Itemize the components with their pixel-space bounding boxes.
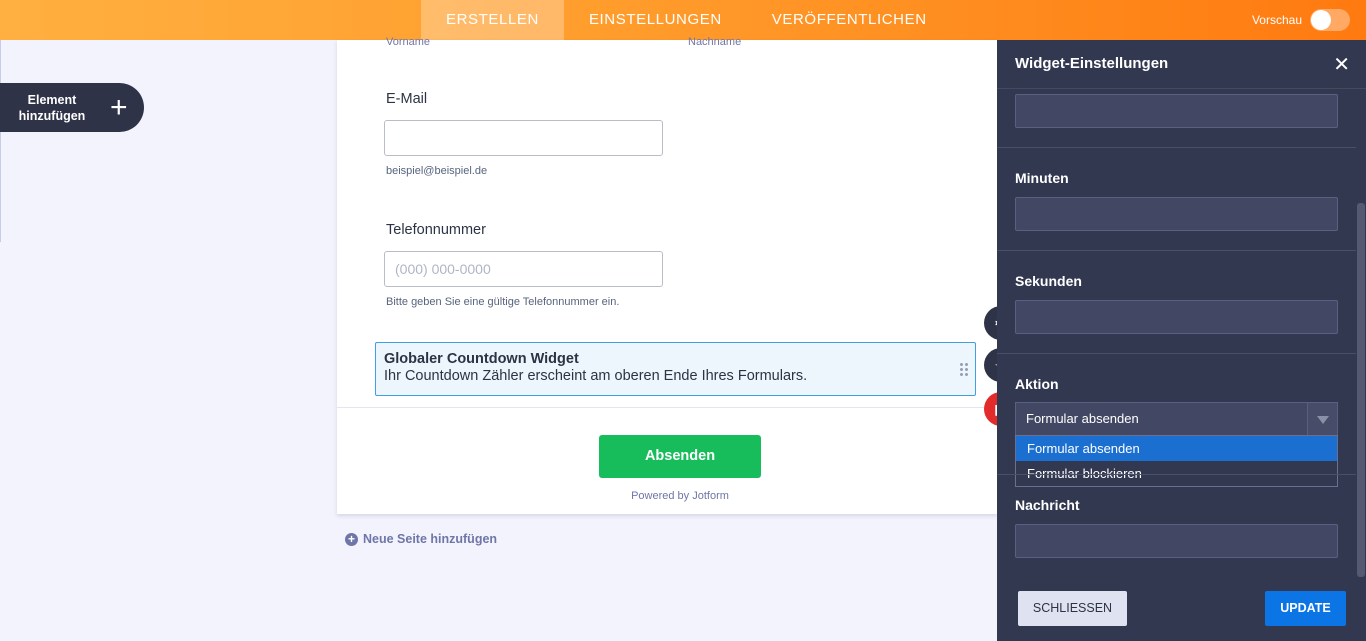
form-separator <box>337 407 997 408</box>
widget-description: Ihr Countdown Zähler erscheint am oberen… <box>384 368 808 384</box>
powered-by: Powered by Jotform <box>631 490 729 502</box>
left-divider <box>0 40 1 242</box>
email-field[interactable] <box>384 120 663 156</box>
minutes-input[interactable] <box>1015 197 1338 231</box>
submit-button[interactable]: Absenden <box>599 435 761 478</box>
first-name-sublabel: Vorname <box>386 36 431 48</box>
add-new-page-label: Neue Seite hinzufügen <box>363 532 498 546</box>
preview-toggle[interactable] <box>1310 9 1350 31</box>
dropdown-option[interactable]: Formular absenden <box>1016 436 1337 461</box>
action-selected-value: Formular absenden <box>1026 411 1139 426</box>
chevron-down-icon[interactable] <box>1307 403 1337 435</box>
top-navigation-bar: ERSTELLEN EINSTELLUNGEN VERÖFFENTLICHEN … <box>0 0 1366 40</box>
add-element-label: Element hinzufügen <box>0 92 104 124</box>
panel-divider <box>997 250 1356 251</box>
panel-header: Widget-Einstellungen ✕ <box>997 40 1366 89</box>
seconds-label: Sekunden <box>1015 273 1082 289</box>
widget-title: Globaler Countdown Widget <box>384 351 579 367</box>
message-input[interactable] <box>1015 524 1338 558</box>
toggle-knob <box>1311 10 1331 30</box>
phone-label: Telefonnummer <box>386 222 486 238</box>
update-button[interactable]: UPDATE <box>1265 591 1346 626</box>
seconds-input[interactable] <box>1015 300 1338 334</box>
panel-divider <box>997 353 1356 354</box>
tab-einstellungen[interactable]: EINSTELLUNGEN <box>564 0 747 40</box>
phone-field[interactable]: (000) 000-0000 <box>384 251 663 287</box>
preview-label: Vorschau <box>1251 13 1302 27</box>
panel-scrollbar[interactable] <box>1357 203 1365 577</box>
action-select[interactable]: Formular absenden <box>1015 402 1338 436</box>
add-element-label-line2: hinzufügen <box>18 108 86 123</box>
form-card: Vorname Nachname E-Mail beispiel@beispie… <box>337 36 997 514</box>
add-element-label-line1: Element <box>27 92 77 107</box>
message-label: Nachricht <box>1015 497 1080 513</box>
email-hint: beispiel@beispiel.de <box>386 165 488 177</box>
main-tabs: ERSTELLEN EINSTELLUNGEN VERÖFFENTLICHEN <box>421 0 952 40</box>
widget-settings-panel: Widget-Einstellungen ✕ Minuten Sekunden … <box>997 40 1366 641</box>
preview-control: Vorschau <box>1252 9 1350 31</box>
panel-title: Widget-Einstellungen <box>1015 55 1169 72</box>
plus-icon: + <box>110 90 128 124</box>
phone-hint: Bitte geben Sie eine gültige Telefonnumm… <box>386 296 620 308</box>
minutes-label: Minuten <box>1015 170 1069 186</box>
countdown-widget[interactable]: Globaler Countdown Widget Ihr Countdown … <box>375 342 976 396</box>
add-new-page-link[interactable]: + Neue Seite hinzufügen <box>345 532 497 546</box>
add-element-button[interactable]: Element hinzufügen + <box>0 83 144 132</box>
drag-handle-icon[interactable] <box>959 362 969 378</box>
close-button[interactable]: SCHLIESSEN <box>1018 591 1127 626</box>
close-icon[interactable]: ✕ <box>1333 52 1350 77</box>
plus-circle-icon: + <box>345 532 358 546</box>
panel-divider <box>997 147 1356 148</box>
panel-divider <box>997 474 1356 475</box>
tab-erstellen[interactable]: ERSTELLEN <box>421 0 564 40</box>
hours-input[interactable] <box>1015 94 1338 128</box>
tab-veroeffentlichen[interactable]: VERÖFFENTLICHEN <box>747 0 952 40</box>
action-label: Aktion <box>1015 376 1059 392</box>
action-dropdown: Formular absenden Formular blockieren <box>1015 435 1338 487</box>
email-label: E-Mail <box>386 91 428 107</box>
last-name-sublabel: Nachname <box>688 36 742 48</box>
